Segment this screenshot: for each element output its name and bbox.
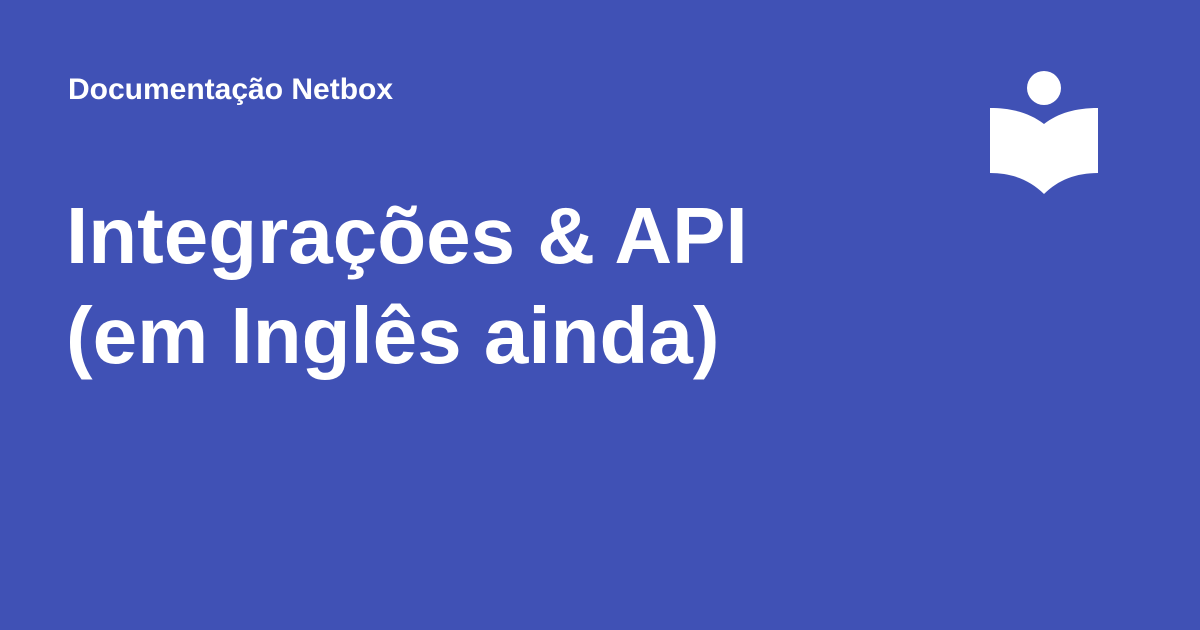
page-title-line-2: (em Inglês ainda): [66, 291, 720, 380]
page-title-line-1: Integrações & API: [66, 191, 748, 280]
reader-book-icon: [990, 71, 1098, 194]
social-card: Documentação Netbox Integrações & API (e…: [0, 0, 1200, 630]
open-book-shape: [990, 108, 1098, 194]
site-name: Documentação Netbox: [68, 73, 394, 106]
page-title: Integrações & API (em Inglês ainda): [66, 186, 886, 386]
reader-head-shape: [1027, 71, 1061, 105]
